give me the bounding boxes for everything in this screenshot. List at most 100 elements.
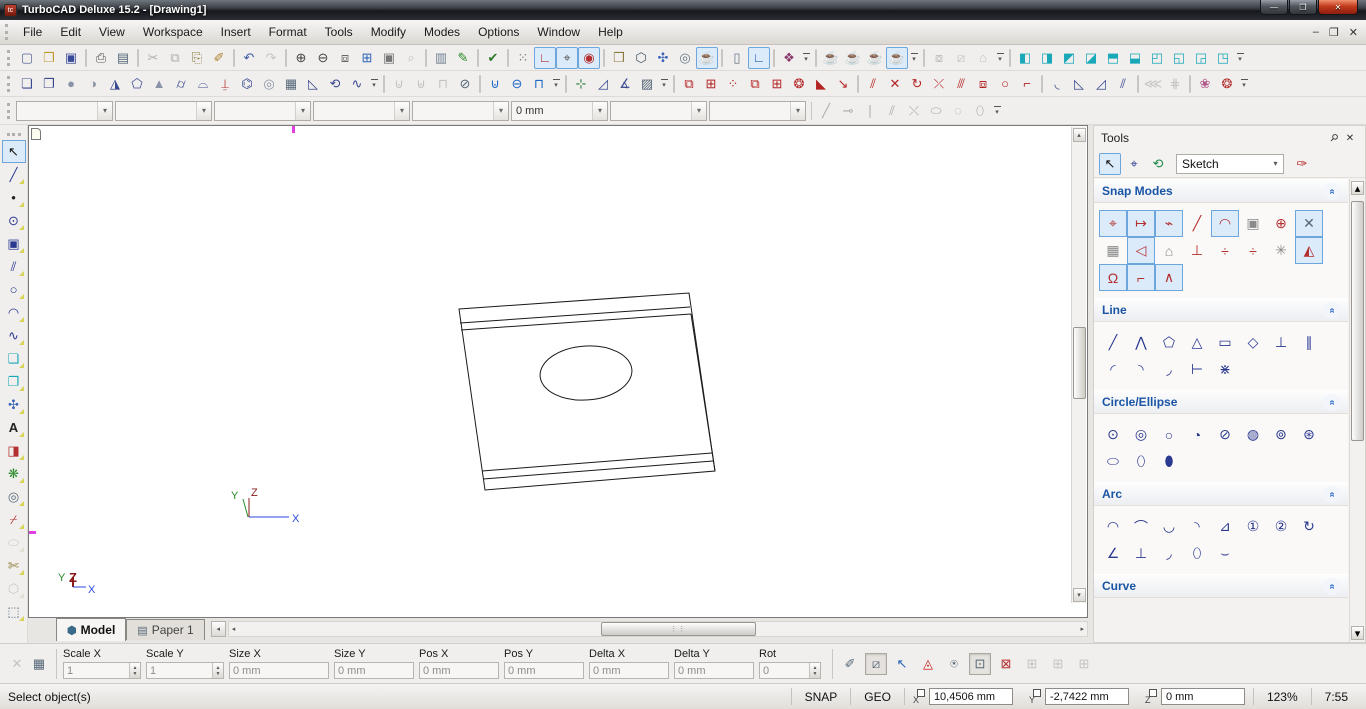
panel-style-brush-icon[interactable]: ✑ xyxy=(1291,153,1313,175)
array-mode1-icon[interactable]: ⊞ xyxy=(1021,653,1043,675)
horizontal-scroll-thumb[interactable]: ⋮⋮ xyxy=(601,622,756,636)
style-combo[interactable]: Sketch ▾ xyxy=(1176,154,1284,174)
toolbar-icon[interactable] xyxy=(673,75,675,93)
menu-item[interactable]: Format xyxy=(260,21,316,43)
edit-vertical-icon[interactable]: ∣ xyxy=(859,100,881,122)
property-combo[interactable]: ▾ xyxy=(610,101,707,121)
cut-icon[interactable]: ✂ xyxy=(142,47,164,69)
snap-divide-icon[interactable]: ÷ xyxy=(1211,237,1239,264)
property-combo[interactable]: ▾ xyxy=(709,101,806,121)
ellipse-fixed-ratio-icon[interactable]: ⬮ xyxy=(1155,448,1183,475)
line-rotated-rectangle-icon[interactable]: ◇ xyxy=(1239,329,1267,356)
view-top-icon[interactable]: ⬒ xyxy=(1102,47,1124,69)
toolbar-icon[interactable] xyxy=(507,49,509,67)
toolbar-overflow-icon[interactable]: ▾ xyxy=(1234,47,1246,69)
hemisphere-icon[interactable]: ◑ xyxy=(82,73,104,95)
scroll-left-arrow[interactable]: ◂ xyxy=(229,625,236,633)
line-sketch-icon[interactable]: ⋇ xyxy=(1211,356,1239,383)
snap-ortho-icon[interactable]: ⌐ xyxy=(1127,264,1155,291)
circle-2point-tool[interactable]: ○ xyxy=(2,278,26,301)
panel-globe-icon[interactable]: ⟲ xyxy=(1147,153,1169,175)
properties-mode-icon[interactable]: ✐ xyxy=(839,653,861,675)
fill-color-tool[interactable]: ◨ xyxy=(2,439,26,462)
walk-through-icon[interactable]: ✣ xyxy=(652,47,674,69)
menu-item[interactable]: Window xyxy=(528,21,589,43)
dropdown-arrow-icon[interactable]: ▾ xyxy=(592,102,607,120)
arc-center-radius-icon[interactable]: ◠ xyxy=(1099,513,1127,540)
collapse-chevron-icon[interactable]: « xyxy=(1323,183,1340,200)
stamp-mode-icon[interactable]: ⍟ xyxy=(943,653,965,675)
distribute-icon[interactable]: ⋕ xyxy=(1164,73,1186,95)
snap-divide-static-icon[interactable]: ÷ xyxy=(1239,237,1267,264)
vertical-scroll-thumb[interactable] xyxy=(1073,327,1086,399)
edit-parallel-icon[interactable]: ⫽ xyxy=(881,100,903,122)
rectangle-tool[interactable]: ▣ xyxy=(2,232,26,255)
pen-tablet-icon[interactable]: ✎ xyxy=(452,47,474,69)
box-3d-icon[interactable]: ❏ xyxy=(16,73,38,95)
shrink-extend-icon[interactable]: ⫻ xyxy=(950,73,972,95)
zoom-level[interactable]: 123% xyxy=(1254,690,1311,704)
wedge-icon[interactable]: ◮ xyxy=(104,73,126,95)
dropdown-arrow-icon[interactable]: ▾ xyxy=(691,102,706,120)
array-mode2-icon[interactable]: ⊞ xyxy=(1047,653,1069,675)
horizontal-scrollbar[interactable]: ◂ ⋮⋮ ▸ xyxy=(228,621,1088,637)
zoom-extents-icon[interactable]: ⊞ xyxy=(356,47,378,69)
close-button[interactable]: ✕ xyxy=(1318,0,1358,15)
field-input[interactable]: 0 mm ▲▼ xyxy=(334,662,414,679)
property-combo[interactable]: ▾ xyxy=(115,101,212,121)
tab-model[interactable]: ⬢ Model xyxy=(56,618,126,641)
undo-icon[interactable]: ↶ xyxy=(238,47,260,69)
quality-render-icon[interactable]: ☕ xyxy=(886,47,908,69)
panel-select-icon[interactable]: ↖ xyxy=(1099,153,1121,175)
paste-icon[interactable]: ⎘ xyxy=(186,47,208,69)
angle-measure-icon[interactable]: ∡ xyxy=(614,73,636,95)
new-icon[interactable]: ▢ xyxy=(16,47,38,69)
trim-icon[interactable]: ⫽ xyxy=(862,73,884,95)
toolbar-overflow-icon[interactable]: ▾ xyxy=(1238,73,1250,95)
snap-nearest-icon[interactable]: ↦ xyxy=(1127,210,1155,237)
scroll-up-arrow[interactable]: ▴ xyxy=(1351,181,1364,195)
boolean-subtract-icon[interactable]: ⊖ xyxy=(506,73,528,95)
intersect-lines-icon[interactable]: ⤫ xyxy=(928,73,950,95)
snap-free-icon[interactable]: ⌖ xyxy=(1099,210,1127,237)
symbols-icon[interactable]: ⌂ xyxy=(972,47,994,69)
toolbar-overflow-icon[interactable]: ▾ xyxy=(991,100,1003,122)
circle-3-point-icon[interactable]: ◔ xyxy=(1183,421,1211,448)
toolbar-overflow-icon[interactable]: ▾ xyxy=(908,47,920,69)
toolbar-overflow-icon[interactable]: ▾ xyxy=(550,73,562,95)
spell-check-icon[interactable]: ✔ xyxy=(482,47,504,69)
calculator-icon[interactable]: ▦ xyxy=(28,653,50,675)
sphere-icon[interactable]: ● xyxy=(60,73,82,95)
extrude-tool[interactable]: ❏ xyxy=(2,347,26,370)
snap-magnet-tool[interactable]: ❋ xyxy=(2,462,26,485)
circle-tangent-2-entities-icon[interactable]: ⊛ xyxy=(1295,421,1323,448)
zoom-window-icon[interactable]: ⧈ xyxy=(334,47,356,69)
stamp-tool-icon[interactable]: ❀ xyxy=(1194,73,1216,95)
array-copy-icon[interactable]: ⊞ xyxy=(700,73,722,95)
snap-middle-icon[interactable]: ╱ xyxy=(1183,210,1211,237)
snap-aperture-icon[interactable]: ⌖ xyxy=(556,47,578,69)
line-tool[interactable]: ╱ xyxy=(2,163,26,186)
property-combo[interactable]: ▾ xyxy=(214,101,311,121)
toolbar-icon[interactable] xyxy=(923,49,925,67)
circle-tangent-to-arc-icon[interactable]: ◍ xyxy=(1239,421,1267,448)
view-back-icon[interactable]: ◨ xyxy=(1036,47,1058,69)
toolbar-icon[interactable] xyxy=(773,49,775,67)
insert-part-icon[interactable]: ❒ xyxy=(608,47,630,69)
surface-tool[interactable]: ⬭ xyxy=(2,531,26,554)
fill-mode-icon[interactable]: ◉ xyxy=(578,47,600,69)
field-input[interactable]: 0 mm ▲▼ xyxy=(229,662,329,679)
array-mode3-icon[interactable]: ⊞ xyxy=(1073,653,1095,675)
property-combo[interactable]: ▾ xyxy=(412,101,509,121)
save-icon[interactable]: ▣ xyxy=(60,47,82,69)
workplane-by-icon[interactable]: ◿ xyxy=(592,73,614,95)
section-header-snap-modes[interactable]: Snap Modes « xyxy=(1094,179,1348,203)
view-iso-nw-icon[interactable]: ◳ xyxy=(1212,47,1234,69)
align-icon[interactable]: ⋘ xyxy=(1142,73,1164,95)
toolbar-icon[interactable] xyxy=(1041,75,1043,93)
collapse-chevron-icon[interactable]: « xyxy=(1323,302,1340,319)
vector-copy-icon[interactable]: ↘ xyxy=(832,73,854,95)
collapse-chevron-icon[interactable]: « xyxy=(1323,486,1340,503)
field-input[interactable]: 0 mm ▲▼ xyxy=(504,662,584,679)
line-single-icon[interactable]: ╱ xyxy=(1099,329,1127,356)
